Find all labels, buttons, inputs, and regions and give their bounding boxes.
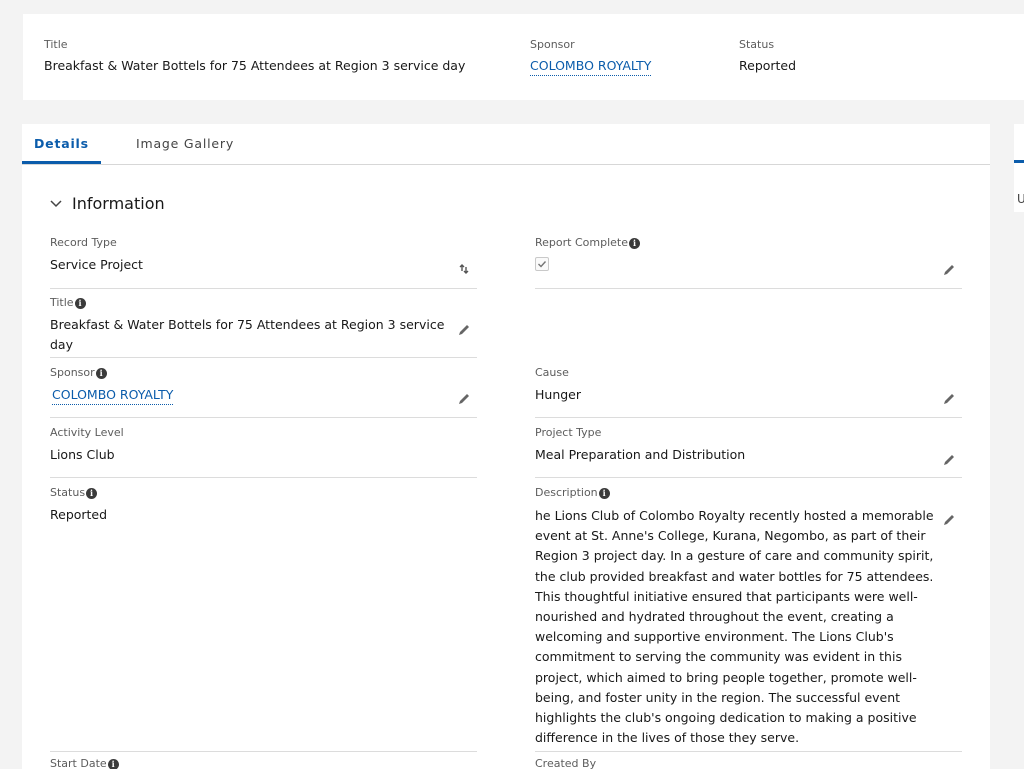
cause-value: Hunger (535, 387, 582, 402)
tab-image-gallery[interactable]: Image Gallery (136, 124, 234, 164)
section-information-toggle[interactable]: Information (48, 192, 165, 214)
field-record-type: Record Type Service Project (50, 236, 476, 275)
record-type-label: Record Type (50, 236, 117, 249)
field-project-type: Project Type Meal Preparation and Distri… (535, 426, 961, 465)
description-line: welcoming and supportive environment. Th… (535, 629, 894, 645)
side-tab-indicator (1014, 160, 1024, 163)
edit-project-type-pencil-icon[interactable] (942, 453, 956, 467)
change-record-type-icon[interactable] (457, 262, 471, 276)
highlight-sponsor: Sponsor COLOMBO ROYALTY (530, 38, 652, 76)
divider (535, 751, 962, 752)
edit-description-pencil-icon[interactable] (942, 513, 956, 527)
sponsor-label: Sponsor (50, 366, 95, 379)
divider (50, 417, 477, 418)
highlight-title-label: Title (44, 38, 68, 51)
divider (535, 417, 962, 418)
description-line: he Lions Club of Colombo Royalty recentl… (535, 508, 934, 523)
divider (50, 288, 477, 289)
detail-panel: Details Image Gallery Information Record… (22, 124, 990, 769)
highlight-status-value: Reported (739, 58, 797, 73)
chevron-down-icon (50, 200, 62, 208)
status-label: Status (50, 486, 86, 499)
report-complete-label: Report Complete (535, 236, 628, 249)
description-line: highlights the club's ongoing dedication… (535, 710, 917, 726)
divider (50, 357, 477, 358)
side-panel: U (1014, 124, 1024, 212)
description-line: nourished and hydrated throughout the ev… (535, 609, 894, 625)
divider (50, 751, 477, 752)
field-cause: Cause Hunger (535, 366, 961, 405)
checkmark-icon (538, 261, 547, 268)
tab-bar: Details Image Gallery (22, 124, 990, 165)
description-line: Region 3 project day. In a gesture of ca… (535, 548, 934, 564)
field-description: Description i he Lions Club of Colombo Ro… (535, 486, 935, 748)
divider (535, 288, 962, 289)
divider (50, 477, 477, 478)
description-line: being, and foster unity in the region. T… (535, 689, 901, 705)
title-value: Breakfast & Water Bottels for 75 Attende… (50, 317, 445, 352)
side-panel-text: U (1017, 192, 1024, 206)
highlight-status: Status Reported (739, 38, 796, 75)
info-icon[interactable]: i (74, 297, 86, 309)
edit-sponsor-pencil-icon[interactable] (457, 392, 471, 406)
status-value: Reported (50, 507, 108, 522)
field-report-complete: Report Complete i (535, 236, 961, 271)
project-type-value: Meal Preparation and Distribution (535, 447, 746, 462)
divider (535, 477, 962, 478)
field-title: Title i Breakfast & Water Bottels for 75 … (50, 296, 446, 355)
edit-cause-pencil-icon[interactable] (942, 392, 956, 406)
sponsor-link[interactable]: COLOMBO ROYALTY (52, 387, 174, 405)
highlights-panel: Title Breakfast & Water Bottels for 75 A… (23, 14, 1024, 100)
info-icon[interactable]: i (95, 367, 107, 379)
description-line: commitment to serving the community was … (535, 649, 902, 665)
created-by-label: Created By (535, 757, 597, 769)
description-line: the club provided breakfast and water bo… (535, 568, 934, 584)
field-sponsor: Sponsor i COLOMBO ROYALTY (50, 366, 476, 405)
highlight-status-label: Status (739, 38, 775, 51)
description-line: This thoughtful initiative ensured that … (535, 588, 918, 604)
field-activity-level: Activity Level Lions Club (50, 426, 476, 465)
info-icon[interactable]: i (598, 487, 610, 499)
highlight-title: Title Breakfast & Water Bottels for 75 A… (44, 38, 465, 75)
highlight-title-value: Breakfast & Water Bottels for 75 Attende… (44, 58, 466, 73)
section-title: Information (72, 193, 165, 213)
activity-level-label: Activity Level (50, 426, 124, 439)
edit-report-complete-pencil-icon[interactable] (942, 263, 956, 277)
description-line: difference in the lives of those they se… (535, 730, 800, 746)
start-date-label: Start Date (50, 757, 107, 769)
description-label: Description (535, 486, 598, 499)
highlight-sponsor-link[interactable]: COLOMBO ROYALTY (530, 58, 652, 76)
activity-level-value: Lions Club (50, 447, 115, 462)
project-type-label: Project Type (535, 426, 602, 439)
field-start-date: Start Date i (50, 757, 476, 769)
cause-label: Cause (535, 366, 569, 379)
info-icon[interactable]: i (107, 758, 119, 769)
info-icon[interactable]: i (86, 487, 98, 499)
description-value: he Lions Club of Colombo Royalty recentl… (535, 506, 935, 748)
highlight-sponsor-label: Sponsor (530, 38, 575, 51)
description-line: event at St. Anne's College, Kurana, Neg… (535, 528, 926, 544)
field-created-by: Created By (535, 757, 961, 769)
record-type-value: Service Project (50, 257, 143, 272)
report-complete-checkbox (535, 257, 549, 271)
edit-title-pencil-icon[interactable] (457, 323, 471, 337)
tab-details[interactable]: Details (22, 124, 101, 164)
title-label: Title (50, 296, 74, 309)
description-line: project, which aimed to bring people tog… (535, 669, 917, 685)
info-icon[interactable]: i (628, 237, 640, 249)
field-status: Status i Reported (50, 486, 476, 525)
